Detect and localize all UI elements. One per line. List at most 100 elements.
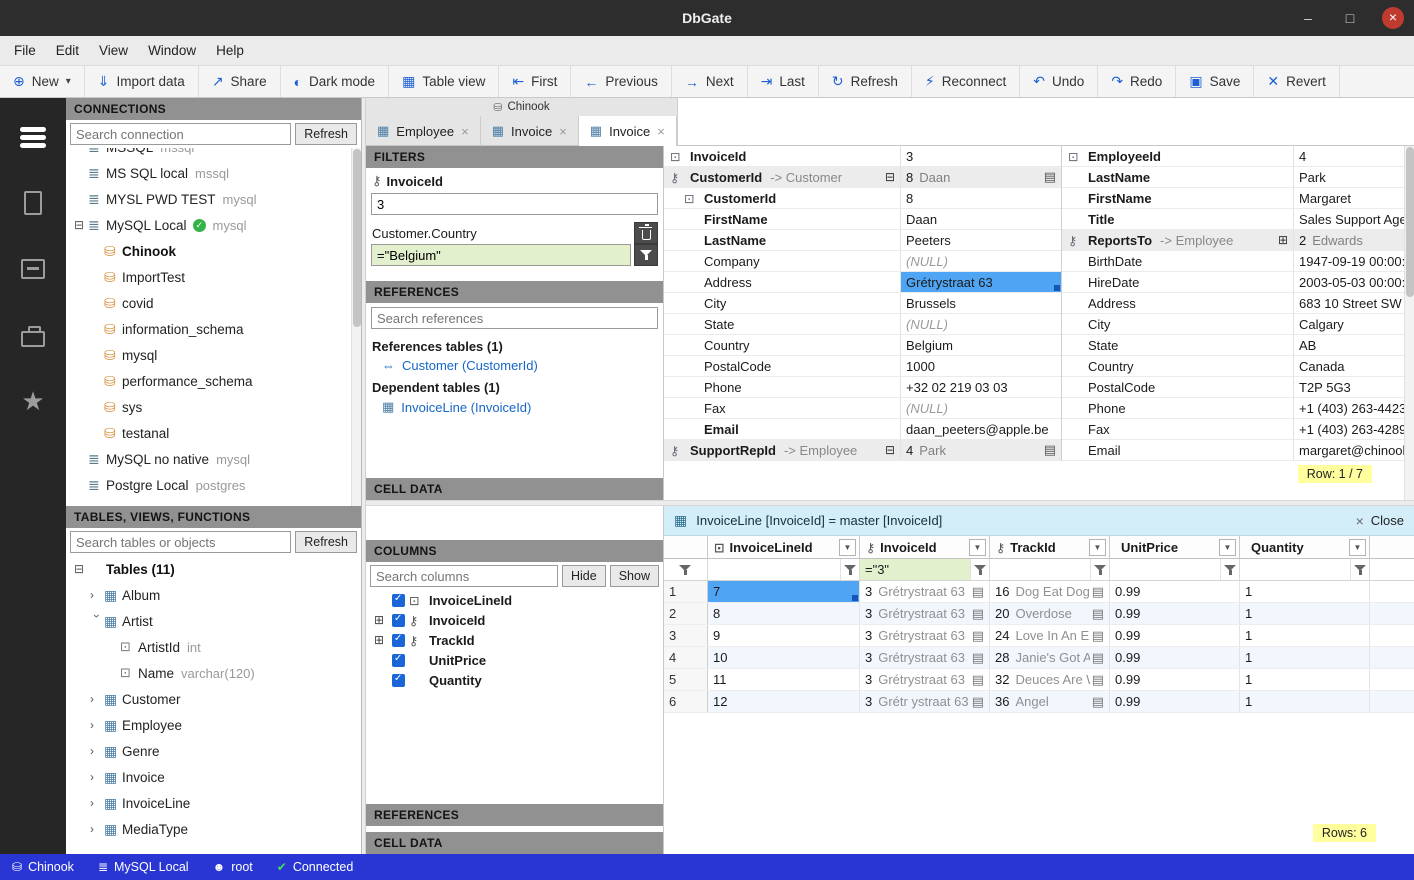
form-field-value[interactable]: Daan	[901, 209, 1061, 229]
form-field-value[interactable]: 683 10 Street SW	[1294, 293, 1404, 313]
filter-menu-button[interactable]	[634, 244, 658, 266]
open-form-icon[interactable]	[1092, 672, 1104, 688]
form-field-label[interactable]: Phone	[664, 377, 901, 397]
form-field-value[interactable]: +32 02 219 03 03	[901, 377, 1061, 397]
expand-chevron-icon[interactable]: ›	[90, 692, 104, 706]
connection-tree-item[interactable]: ⛁ information_schema	[66, 316, 361, 342]
column-menu-button[interactable]	[1349, 539, 1366, 556]
open-form-icon[interactable]	[972, 606, 984, 622]
checkbox-checked[interactable]	[392, 654, 405, 667]
close-button[interactable]: ×	[1382, 7, 1404, 29]
connection-tree-item[interactable]: ⛁ testanal	[66, 420, 361, 446]
files-rail-icon[interactable]	[13, 188, 53, 218]
connection-tree-item[interactable]: ≣ MYSL PWD TEST mysql	[66, 186, 361, 212]
toolbar-button[interactable]: ↷ Redo	[1098, 66, 1176, 97]
column-menu-button[interactable]	[1219, 539, 1236, 556]
form-field-value[interactable]: 4 Park	[901, 440, 1061, 460]
connection-tree-item[interactable]: ⛁ sys	[66, 394, 361, 420]
form-field-label[interactable]: FirstName	[1062, 188, 1294, 208]
form-field-value[interactable]: Calgary	[1294, 314, 1404, 334]
history-rail-icon[interactable]	[13, 320, 53, 350]
expand-toggle-icon[interactable]: ⊟	[74, 218, 88, 232]
form-field-value[interactable]: (NULL)	[901, 398, 1061, 418]
object-tree-item[interactable]: ⊟ Tables (11)	[66, 556, 361, 582]
checkbox-checked[interactable]	[392, 594, 405, 607]
connections-scrollbar[interactable]	[351, 148, 361, 506]
filter-trackid[interactable]	[990, 559, 1110, 580]
object-tree-item[interactable]: › ▦ Album	[66, 582, 361, 608]
toolbar-button[interactable]: ▣ Save	[1176, 66, 1254, 97]
form-field-value[interactable]: +1 (403) 263-4289	[1294, 419, 1404, 439]
form-field-value[interactable]: margaret@chinookcorp.com	[1294, 440, 1404, 460]
cell-quantity[interactable]: 1	[1240, 603, 1370, 624]
cell-invoiceid[interactable]: 3 Grétrystraat 63	[860, 581, 990, 602]
connection-tree-item[interactable]: ⛁ ImportTest	[66, 264, 361, 290]
minimize-button[interactable]: –	[1298, 10, 1318, 26]
filter-quantity[interactable]	[1240, 559, 1370, 580]
form-field-value[interactable]: Brussels	[901, 293, 1061, 313]
cell-invoicelineid[interactable]: 9	[708, 625, 860, 646]
references-search-input[interactable]	[371, 307, 658, 329]
form-field-label[interactable]: ⊡ EmployeeId	[1062, 146, 1294, 166]
cell-trackid[interactable]: 28 Janie's Got A Gun	[990, 647, 1110, 668]
cell-invoicelineid[interactable]: 11	[708, 669, 860, 690]
column-toggle-item[interactable]: ⊡ InvoiceLineId	[366, 590, 663, 610]
form-field-label[interactable]: PostalCode	[664, 356, 901, 376]
object-tree-item[interactable]: ⊡ ArtistId int	[66, 634, 361, 660]
tab-close-icon[interactable]: ×	[559, 124, 567, 139]
filter-invoicelineid[interactable]	[708, 559, 860, 580]
form-field-label[interactable]: City	[1062, 314, 1294, 334]
cell-unitprice[interactable]: 0.99	[1110, 603, 1240, 624]
open-form-icon[interactable]	[972, 672, 984, 688]
status-item[interactable]: ⛁ Chinook	[12, 860, 74, 874]
column-header-trackid[interactable]: ⚷ TrackId	[990, 536, 1110, 558]
form-field-value[interactable]: Park	[1294, 167, 1404, 187]
expand-toggle-icon[interactable]: ⊟	[885, 170, 895, 184]
form-field-value[interactable]: +1 (403) 263-4423	[1294, 398, 1404, 418]
toolbar-button[interactable]: ↗ Share	[199, 66, 281, 97]
filter-value[interactable]: ="3"	[860, 559, 970, 580]
toolbar-button[interactable]: → Next	[672, 66, 748, 97]
object-tree-item[interactable]: › ▦ Employee	[66, 712, 361, 738]
form-field-value[interactable]: T2P 5G3	[1294, 377, 1404, 397]
cell-invoiceid[interactable]: 3 Grétrystraat 63	[860, 603, 990, 624]
status-item[interactable]: ☻ root	[213, 860, 253, 874]
connection-tree-item[interactable]: ≣ MySQL no native mysql	[66, 446, 361, 472]
cell-invoiceid[interactable]: 3 Grétrystraat 63	[860, 647, 990, 668]
cell-invoicelineid[interactable]: 10	[708, 647, 860, 668]
reference-link-invoiceline[interactable]: ▦ InvoiceLine (InvoiceId)	[366, 397, 663, 417]
checkbox-checked[interactable]	[392, 614, 405, 627]
expand-chevron-icon[interactable]: ›	[90, 770, 104, 784]
toolbar-button[interactable]: ▦ Table view	[389, 66, 499, 97]
cell-trackid[interactable]: 24 Love In An Elevator	[990, 625, 1110, 646]
column-toggle-item[interactable]: UnitPrice	[366, 650, 663, 670]
objects-refresh-button[interactable]: Refresh	[295, 531, 357, 553]
toolbar-button[interactable]: ✕ Revert	[1254, 66, 1340, 97]
object-tree-item[interactable]: ⊡ Name varchar(120)	[66, 660, 361, 686]
filter-menu-button[interactable]	[840, 559, 859, 580]
filter-menu-button[interactable]	[1090, 559, 1109, 580]
open-form-icon[interactable]	[972, 628, 984, 644]
form-field-value[interactable]: AB	[1294, 335, 1404, 355]
cell-trackid[interactable]: 36 Angel	[990, 691, 1110, 712]
connection-tree-item[interactable]: ⛁ covid	[66, 290, 361, 316]
form-field-label[interactable]: HireDate	[1062, 272, 1294, 292]
form-field-label[interactable]: LastName	[664, 230, 901, 250]
connections-search-input[interactable]	[70, 123, 291, 145]
cell-quantity[interactable]: 1	[1240, 647, 1370, 668]
form-field-value[interactable]: 8 Daan	[901, 167, 1061, 187]
expand-chevron-icon[interactable]: ›	[90, 588, 104, 602]
object-tree-item[interactable]: › ▦ Customer	[66, 686, 361, 712]
column-toggle-item[interactable]: Quantity	[366, 670, 663, 690]
columns-search-input[interactable]	[370, 565, 558, 587]
open-form-icon[interactable]	[1044, 442, 1061, 458]
connection-tree-item[interactable]: ⛁ mysql	[66, 342, 361, 368]
checkbox-checked[interactable]	[392, 634, 405, 647]
expand-chevron-icon[interactable]: ›	[90, 744, 104, 758]
row-number-cell[interactable]: 5	[664, 669, 708, 690]
cell-unitprice[interactable]: 0.99	[1110, 581, 1240, 602]
toolbar-button[interactable]: ⊕ New ▾	[0, 66, 85, 97]
form-field-label[interactable]: PostalCode	[1062, 377, 1294, 397]
filter-unitprice[interactable]	[1110, 559, 1240, 580]
form-field-label[interactable]: Title	[1062, 209, 1294, 229]
